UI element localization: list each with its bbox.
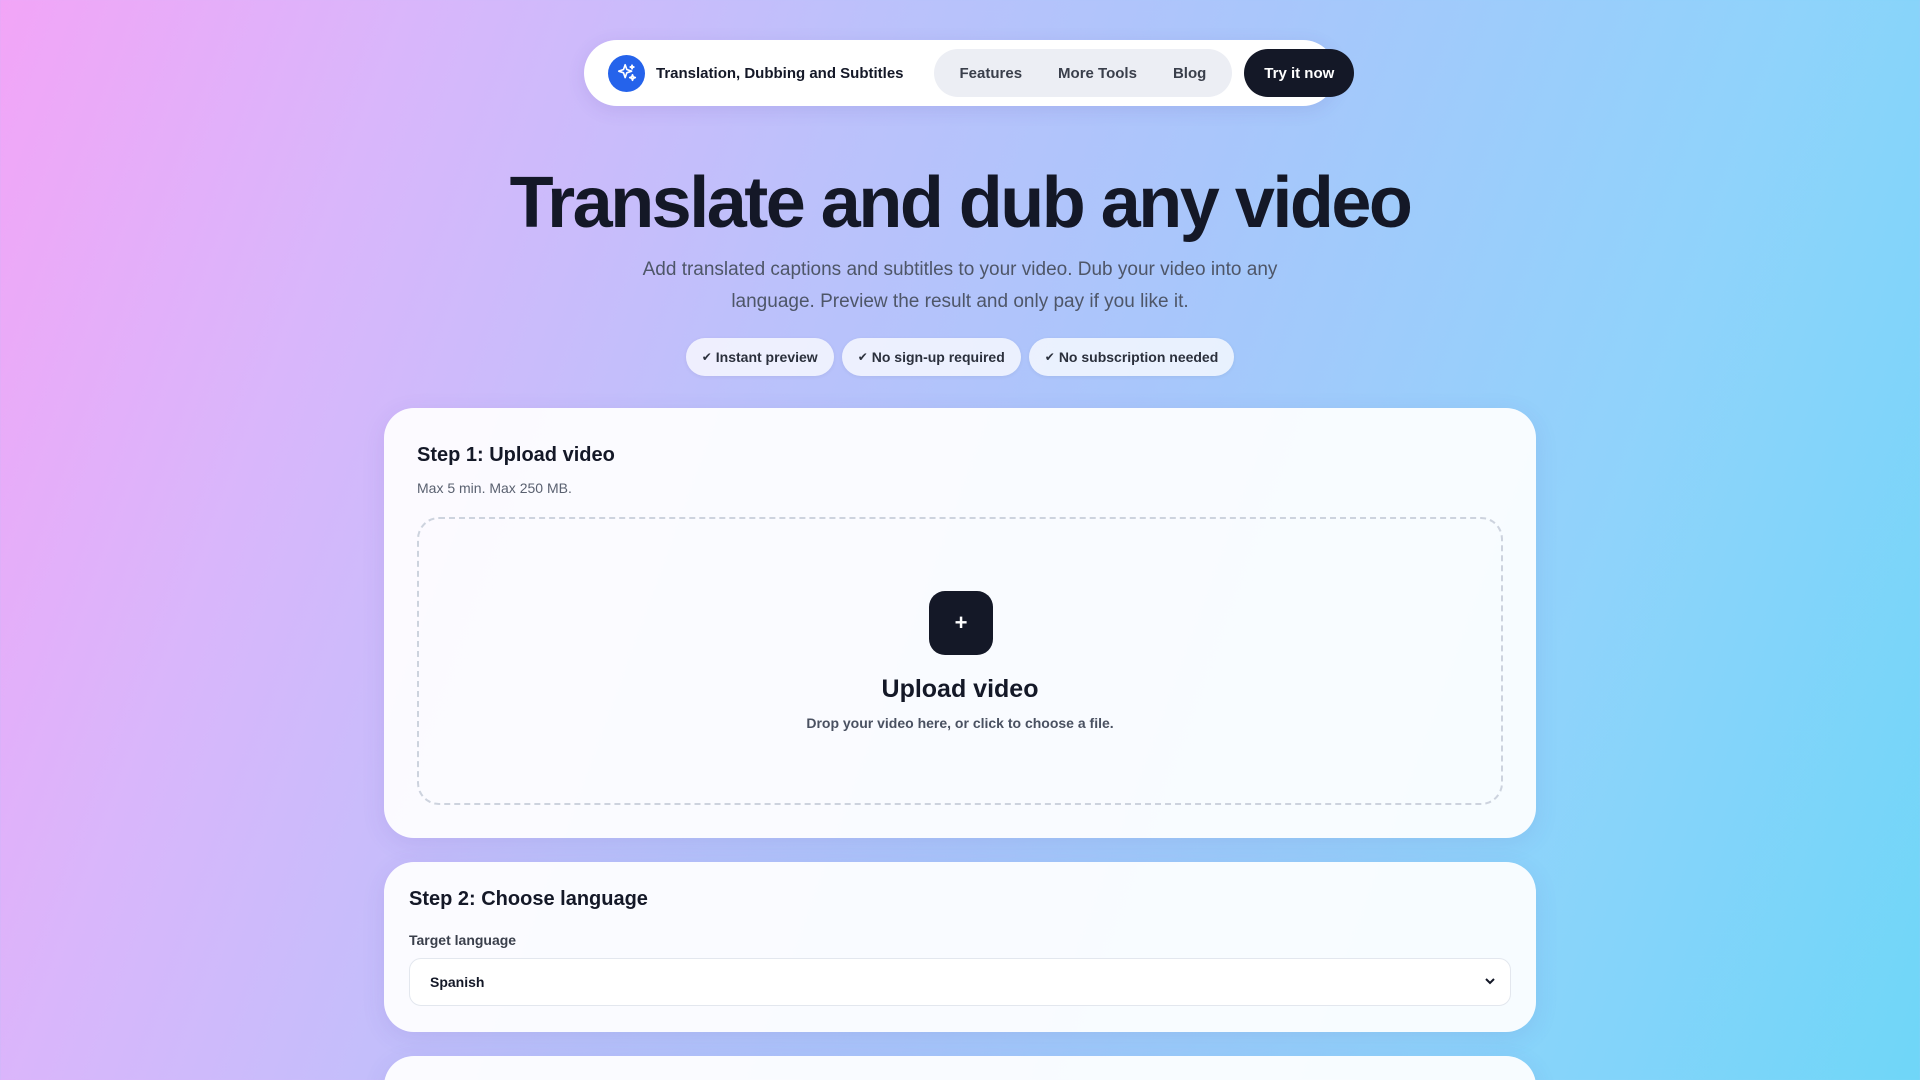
hero-subtitle: Add translated captions and subtitles to… bbox=[642, 259, 1278, 312]
pill-instant-preview: ✔ Instant preview bbox=[685, 338, 834, 376]
check-icon: ✔ bbox=[1044, 350, 1055, 364]
top-navbar: Translation, Dubbing and Subtitles Featu… bbox=[584, 40, 1355, 106]
target-language-label: Target language bbox=[409, 932, 517, 948]
upload-hint: Drop your video here, or click to choose… bbox=[806, 715, 1114, 731]
step2-title: Step 2: Choose language bbox=[409, 888, 648, 910]
step3-card bbox=[384, 1056, 1536, 1080]
try-it-now-button[interactable]: Try it now bbox=[1244, 49, 1355, 97]
upload-title: Upload video bbox=[881, 675, 1039, 703]
plus-icon[interactable]: + bbox=[929, 591, 993, 655]
pill-label: Instant preview bbox=[715, 349, 818, 365]
chevron-down-icon bbox=[1484, 975, 1496, 990]
feature-pills: ✔ Instant preview ✔ No sign-up required … bbox=[0, 338, 1920, 376]
pill-label: No sign-up required bbox=[871, 349, 1005, 365]
step1-card: Step 1: Upload video Max 5 min. Max 250 … bbox=[384, 408, 1536, 838]
step1-note: Max 5 min. Max 250 MB. bbox=[417, 480, 572, 496]
target-language-select[interactable]: Spanish bbox=[409, 958, 1511, 1006]
step2-card: Step 2: Choose language Target language … bbox=[384, 862, 1536, 1032]
brand-name[interactable]: Translation, Dubbing and Subtitles bbox=[656, 65, 904, 82]
nav-link-more-tools[interactable]: More Tools bbox=[1040, 65, 1155, 82]
sparkles-icon[interactable] bbox=[608, 54, 645, 92]
selected-language: Spanish bbox=[430, 974, 485, 990]
pill-no-subscription: ✔ No subscription needed bbox=[1028, 338, 1235, 376]
check-icon: ✔ bbox=[701, 350, 712, 364]
hero-title: Translate and dub any video bbox=[509, 163, 1413, 243]
upload-dropzone[interactable]: + Upload video Drop your video here, or … bbox=[417, 517, 1503, 805]
step1-title: Step 1: Upload video bbox=[417, 444, 615, 466]
nav-link-blog[interactable]: Blog bbox=[1155, 65, 1224, 82]
check-icon: ✔ bbox=[857, 350, 868, 364]
nav-link-features[interactable]: Features bbox=[942, 65, 1041, 82]
nav-links: Features More Tools Blog bbox=[933, 49, 1233, 97]
pill-no-signup: ✔ No sign-up required bbox=[841, 338, 1021, 376]
pill-label: No subscription needed bbox=[1058, 349, 1219, 365]
